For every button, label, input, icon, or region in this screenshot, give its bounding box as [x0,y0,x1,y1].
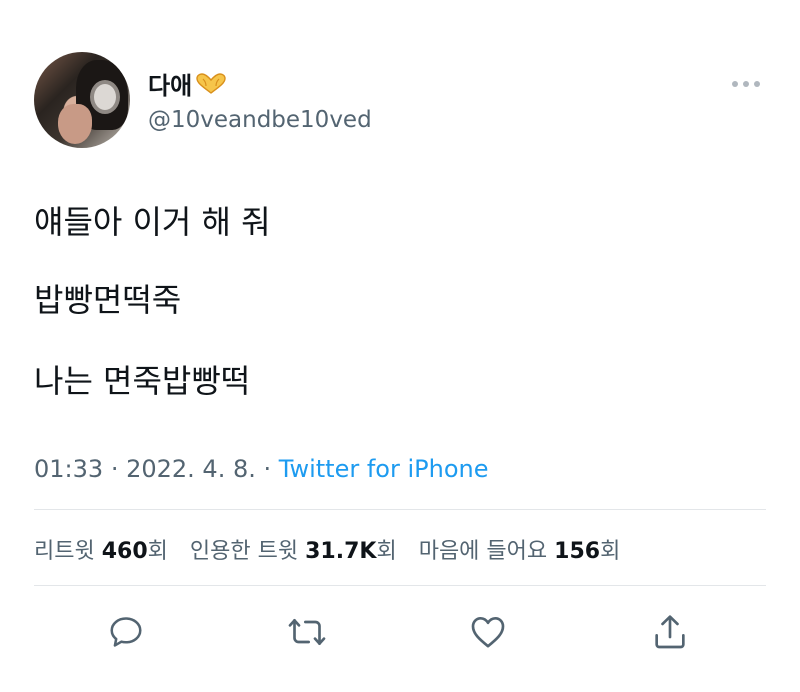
avatar-face [58,104,92,144]
retweet-button[interactable] [287,612,327,652]
reply-button[interactable] [106,612,146,652]
retweets-stat[interactable]: 리트윗 460회 [34,533,168,565]
heart-hands-icon [196,72,226,94]
tweet-date[interactable]: 2022. 4. 8. [126,455,256,483]
tweet-source-link[interactable]: Twitter for iPhone [279,455,489,483]
share-icon [655,615,685,649]
quotes-stat[interactable]: 인용한 트윗 31.7K회 [190,533,397,565]
display-name[interactable]: 다애 [148,66,192,101]
tweet-text-line-1: 얘들아 이거 해 줘 [34,203,271,241]
quotes-count: 31.7K [305,539,377,564]
like-icon [471,617,505,648]
more-options-icon[interactable] [732,81,760,87]
tweet-text-line-3: 나는 면죽밥빵떡 [34,362,251,400]
likes-count: 156 [554,539,601,564]
avatar[interactable] [34,52,130,148]
divider [34,509,766,510]
reply-icon [110,617,142,647]
retweet-icon [288,619,326,645]
likes-stat[interactable]: 마음에 들어요 156회 [419,533,621,565]
meta-separator: · [263,455,272,483]
user-handle[interactable]: @10veandbe10ved [148,107,372,133]
share-button[interactable] [650,612,690,652]
engagement-stats: 리트윗 460회 인용한 트윗 31.7K회 마음에 들어요 156회 [34,533,620,565]
like-button[interactable] [468,612,508,652]
tweet-time[interactable]: 01:33 [34,455,103,483]
likes-label: 마음에 들어요 [418,539,548,564]
tweet-metadata: 01:33 · 2022. 4. 8. · Twitter for iPhone [34,455,489,483]
quotes-label: 인용한 트윗 [189,539,299,564]
tweet-text-line-2: 밥빵면떡죽 [34,281,182,319]
likes-unit: 회 [600,539,621,564]
retweets-unit: 회 [147,539,168,564]
retweets-count: 460 [101,539,148,564]
quotes-unit: 회 [376,539,397,564]
name-row: 다애 [148,66,228,101]
meta-separator: · [110,455,119,483]
divider [34,585,766,586]
avatar-headphones [90,80,120,114]
retweets-label: 리트윗 [34,539,95,564]
